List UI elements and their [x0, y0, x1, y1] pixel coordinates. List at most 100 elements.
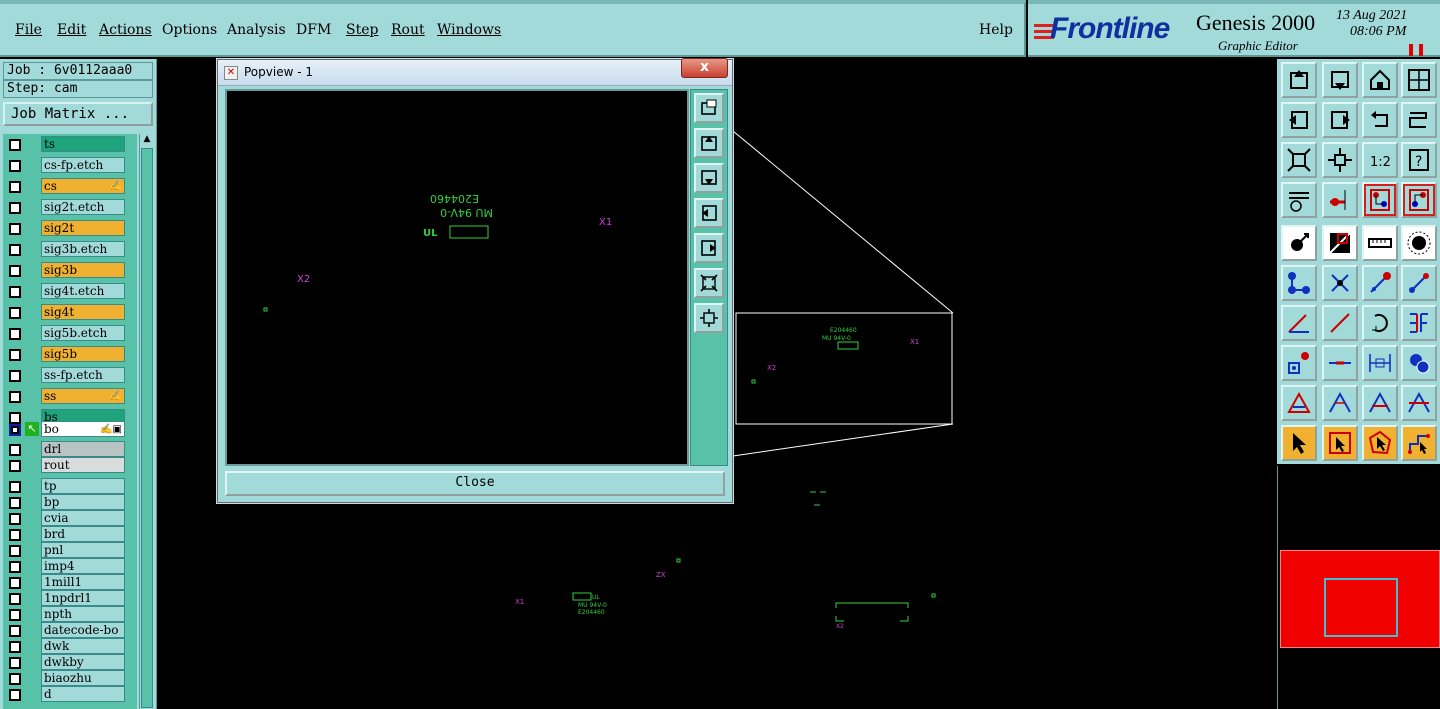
line-pad-button[interactable]: [1362, 265, 1398, 301]
line-diag-button[interactable]: [1322, 305, 1358, 341]
select-poly-button[interactable]: [1362, 425, 1398, 461]
layer-checkbox[interactable]: [9, 307, 21, 319]
layer-checkbox[interactable]: [9, 349, 21, 361]
layer-checkbox[interactable]: [9, 673, 21, 685]
window-button[interactable]: [1401, 62, 1437, 98]
menu-analysis[interactable]: Analysis: [227, 22, 286, 38]
layer-checkbox[interactable]: [9, 657, 21, 669]
layer-net-2-button[interactable]: [1401, 182, 1437, 218]
layer-name[interactable]: d: [41, 686, 125, 702]
layer-checkbox[interactable]: [9, 609, 21, 621]
layer-checkbox[interactable]: [9, 370, 21, 382]
shape-a2-button[interactable]: [1322, 385, 1358, 421]
layer-name[interactable]: drl: [41, 441, 125, 457]
layer-net-button[interactable]: [1362, 182, 1398, 218]
layer-row[interactable]: sig2t.etch: [3, 199, 137, 216]
layer-name[interactable]: sig3b: [41, 262, 125, 278]
layer-checkbox[interactable]: [9, 529, 21, 541]
layer-row[interactable]: drl: [3, 441, 137, 458]
home-button[interactable]: [1362, 62, 1398, 98]
window-close-button[interactable]: x: [681, 58, 728, 78]
layer-row[interactable]: sig2t: [3, 220, 137, 237]
layer-row[interactable]: ss-fp.etch: [3, 367, 137, 384]
layer-row[interactable]: imp4: [3, 558, 137, 575]
layer-row[interactable]: sig4t: [3, 304, 137, 321]
menu-file[interactable]: File: [15, 22, 42, 38]
layer-name[interactable]: sig2t.etch: [41, 199, 125, 215]
select-box-button[interactable]: [1322, 425, 1358, 461]
layer-name[interactable]: sig5b.etch: [41, 325, 125, 341]
layer-name[interactable]: cs ✍: [41, 178, 125, 194]
page-right-button[interactable]: [1322, 102, 1358, 138]
layer-name[interactable]: ss ✍: [41, 388, 125, 404]
page-down-button[interactable]: [694, 163, 724, 193]
page-up-button[interactable]: [1281, 62, 1317, 98]
layer-name[interactable]: sig4t: [41, 304, 125, 320]
layer-name[interactable]: rout: [41, 457, 125, 473]
layer-checkbox[interactable]: [9, 265, 21, 277]
layer-row[interactable]: biaozhu: [3, 670, 137, 687]
line-angle-button[interactable]: [1281, 305, 1317, 341]
layer-checkbox[interactable]: [9, 641, 21, 653]
net-connect-button[interactable]: [1281, 265, 1317, 301]
layer-row[interactable]: sig3b.etch: [3, 241, 137, 258]
layer-checkbox[interactable]: [9, 545, 21, 557]
layer-checkbox[interactable]: [9, 391, 21, 403]
menu-actions[interactable]: Actions: [99, 22, 152, 38]
layer-checkbox[interactable]: [9, 244, 21, 256]
layer-checkbox[interactable]: [9, 561, 21, 573]
layer-checkbox[interactable]: [9, 625, 21, 637]
popview-titlebar[interactable]: ✕ Popview - 1: [218, 60, 732, 86]
circle-pad-button[interactable]: [1401, 225, 1437, 261]
pad-add-button[interactable]: [1281, 225, 1317, 261]
layer-checkbox[interactable]: [9, 444, 21, 456]
layer-row[interactable]: npth: [3, 606, 137, 623]
layer-name[interactable]: sig3b.etch: [41, 241, 125, 257]
layer-row[interactable]: cs-fp.etch: [3, 157, 137, 174]
layer-row[interactable]: brd: [3, 526, 137, 543]
feature-box-button[interactable]: [1322, 225, 1358, 261]
zoom-fit-button[interactable]: [1281, 142, 1317, 178]
copy-pad-button[interactable]: [1401, 345, 1437, 381]
menu-step[interactable]: Step: [346, 22, 378, 38]
layer-checkbox[interactable]: [9, 223, 21, 235]
layer-row[interactable]: ts: [3, 136, 137, 153]
layer-checkbox[interactable]: [9, 577, 21, 589]
menu-help[interactable]: Help: [979, 22, 1013, 38]
layer-name[interactable]: ts: [41, 136, 125, 152]
layer-name[interactable]: npth: [41, 606, 125, 622]
layer-name[interactable]: bo ✍▣: [41, 421, 125, 437]
layer-row[interactable]: d: [3, 686, 137, 703]
select-path-button[interactable]: [1401, 425, 1437, 461]
overview-viewport-frame[interactable]: [1324, 578, 1398, 637]
layer-row[interactable]: sig5b: [3, 346, 137, 363]
layer-row[interactable]: ss ✍: [3, 388, 137, 405]
layer-checkbox[interactable]: [9, 181, 21, 193]
shape-a-button[interactable]: [1281, 385, 1317, 421]
overview-map[interactable]: [1280, 550, 1440, 648]
page-left-button[interactable]: [694, 198, 724, 228]
layer-name[interactable]: sig4t.etch: [41, 283, 125, 299]
layer-scrollbar[interactable]: ▲: [139, 134, 153, 709]
layer-name[interactable]: pnl: [41, 542, 125, 558]
layer-row[interactable]: sig3b: [3, 262, 137, 279]
layer-name[interactable]: biaozhu: [41, 670, 125, 686]
layer-checkbox[interactable]: [9, 160, 21, 172]
cross-button[interactable]: [1322, 265, 1358, 301]
popview-canvas[interactable]: E204460 MU 94V-0 UL X1 X2: [225, 89, 689, 466]
layer-row[interactable]: cs ✍: [3, 178, 137, 195]
layer-checkbox[interactable]: [9, 328, 21, 340]
arc-button[interactable]: [1362, 305, 1398, 341]
page-right-button[interactable]: [694, 233, 724, 263]
layer-name[interactable]: sig5b: [41, 346, 125, 362]
layer-checkbox[interactable]: [9, 497, 21, 509]
symbol-f-button[interactable]: [1401, 305, 1437, 341]
layer-row[interactable]: 1npdrl1: [3, 590, 137, 607]
page-down-button[interactable]: [1322, 62, 1358, 98]
move-pad-button[interactable]: [1281, 345, 1317, 381]
layer-row[interactable]: sig5b.etch: [3, 325, 137, 342]
layer-name[interactable]: sig2t: [41, 220, 125, 236]
scroll-up-icon[interactable]: ▲: [141, 134, 153, 146]
redo-button[interactable]: [1401, 102, 1437, 138]
undo-button[interactable]: [1362, 102, 1398, 138]
